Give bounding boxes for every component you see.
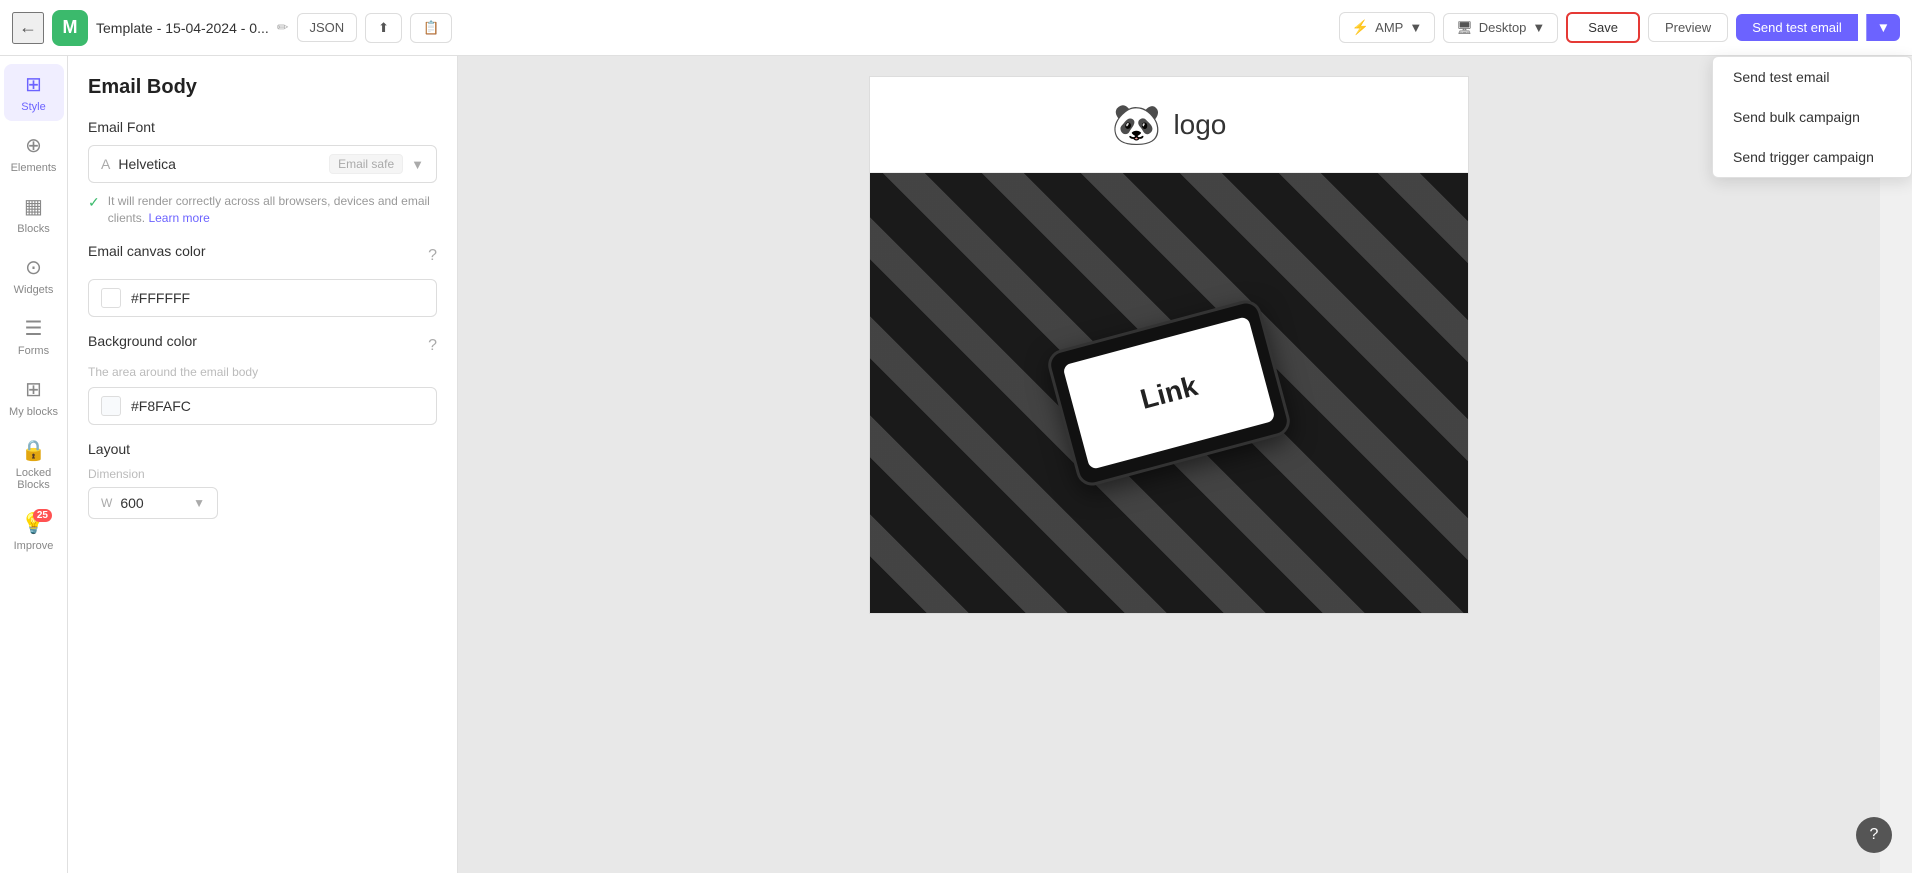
save-button[interactable]: Save [1566,12,1640,43]
sidebar-icons: ⊞ Style ⊕ Elements ▦ Blocks ⊙ Widgets ☰ … [0,56,68,873]
dimension-input-row: W 600 ▼ [88,487,437,519]
sidebar-item-forms[interactable]: ☰ Forms [4,308,64,365]
amp-selector[interactable]: ⚡ AMP ▼ [1339,12,1435,43]
email-header: 🐼 logo [870,77,1468,173]
width-chevron-icon: ▼ [193,496,205,510]
desktop-chevron-icon: ▼ [1532,20,1545,35]
sidebar-item-my-blocks[interactable]: ⊞ My blocks [4,369,64,426]
right-tools: ↺ ↻ [1880,56,1912,873]
sidebar-item-improve[interactable]: 💡 25 Improve [4,503,64,560]
send-test-button[interactable]: Send test email [1736,14,1858,41]
panda-icon: 🐼 [1112,101,1162,148]
font-icon: A [101,156,110,172]
email-safe-badge: Email safe [329,154,403,174]
email-hero-image: Link [870,173,1468,613]
sidebar-item-locked-blocks[interactable]: 🔒 Locked Blocks [4,430,64,499]
bg-color-help-icon[interactable]: ? [428,337,437,355]
email-logo-text: logo [1173,109,1226,141]
preview-button[interactable]: Preview [1648,13,1728,42]
bg-color-description: The area around the email body [88,365,437,379]
learn-more-link[interactable]: Learn more [148,211,209,225]
my-blocks-icon: ⊞ [25,377,42,402]
main-layout: ⊞ Style ⊕ Elements ▦ Blocks ⊙ Widgets ☰ … [0,56,1912,873]
canvas-area: 🐼 logo Link [458,56,1880,873]
notes-button[interactable]: 📋 [410,13,452,43]
canvas-color-label: Email canvas color [88,243,206,259]
width-input[interactable]: W 600 ▼ [88,487,218,519]
canvas-color-input[interactable]: #FFFFFF [88,279,437,317]
send-test-dropdown-button[interactable]: ▼ [1866,14,1900,41]
help-button[interactable]: ? [1856,817,1892,853]
amp-icon: ⚡ [1352,19,1369,36]
canvas-color-section: Email canvas color ? [88,243,437,269]
desktop-icon: 🖥 [1456,20,1473,36]
notes-icon: 📋 [423,20,439,36]
send-trigger-campaign-item[interactable]: Send trigger campaign [1713,137,1911,177]
sidebar-item-style[interactable]: ⊞ Style [4,64,64,121]
elements-icon: ⊕ [25,133,42,158]
back-button[interactable]: ← [12,12,44,44]
send-test-dropdown-icon: ▼ [1877,20,1890,35]
send-test-dropdown-menu: Send test email Send bulk campaign Send … [1712,56,1912,178]
canvas-color-swatch [101,288,121,308]
bg-color-section: Background color ? [88,333,437,359]
canvas-color-help-icon[interactable]: ? [428,247,437,265]
font-selector[interactable]: A Helvetica Email safe ▼ [88,145,437,183]
bg-color-value: #F8FAFC [131,398,191,414]
amp-chevron-icon: ▼ [1409,20,1422,35]
font-name: Helvetica [118,156,321,172]
json-button[interactable]: JSON [297,13,358,42]
improve-icon: 💡 25 [21,511,46,536]
app-logo: M [52,10,88,46]
widgets-icon: ⊙ [25,255,42,280]
left-panel: Email Body Email Font A Helvetica Email … [68,56,458,873]
bg-color-label: Background color [88,333,197,349]
panel-title: Email Body [88,76,437,99]
email-canvas: 🐼 logo Link [869,76,1469,614]
send-test-email-item[interactable]: Send test email [1713,57,1911,97]
email-font-label: Email Font [88,119,437,135]
share-icon: ⬆ [378,20,389,36]
sidebar-item-widgets[interactable]: ⊙ Widgets [4,247,64,304]
bg-color-swatch [101,396,121,416]
hint-text: It will render correctly across all brow… [108,193,437,227]
font-chevron-icon: ▼ [411,157,424,172]
style-icon: ⊞ [25,72,42,97]
edit-icon[interactable]: ✏ [277,19,289,36]
width-value: 600 [120,495,185,511]
topbar-right: ⚡ AMP ▼ 🖥 Desktop ▼ Save Preview Send te… [1339,12,1900,43]
forms-icon: ☰ [25,316,43,341]
width-label: W [101,496,112,510]
desktop-selector[interactable]: 🖥 Desktop ▼ [1443,13,1558,43]
send-bulk-campaign-item[interactable]: Send bulk campaign [1713,97,1911,137]
sidebar-item-blocks[interactable]: ▦ Blocks [4,186,64,243]
template-name: Template - 15-04-2024 - 0... [96,20,269,36]
share-button[interactable]: ⬆ [365,13,402,43]
check-icon: ✓ [88,194,100,211]
locked-blocks-icon: 🔒 [21,438,46,463]
link-text: Link [1137,370,1201,416]
improve-badge: 25 [33,509,52,522]
canvas-color-value: #FFFFFF [131,290,190,306]
layout-label: Layout [88,441,437,457]
sidebar-item-elements[interactable]: ⊕ Elements [4,125,64,182]
topbar-left: ← M Template - 15-04-2024 - 0... ✏ JSON … [12,10,1331,46]
font-hint: ✓ It will render correctly across all br… [88,193,437,227]
bg-color-input[interactable]: #F8FAFC [88,387,437,425]
dimension-label: Dimension [88,467,437,481]
topbar: ← M Template - 15-04-2024 - 0... ✏ JSON … [0,0,1912,56]
blocks-icon: ▦ [24,194,43,219]
